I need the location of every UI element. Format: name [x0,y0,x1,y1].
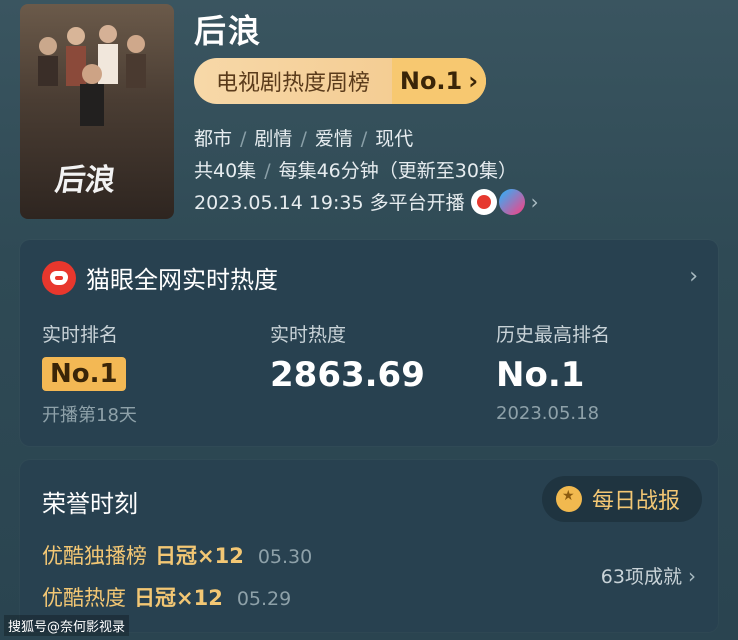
poster-cast-illustration [38,25,146,126]
source-watermark: 搜狐号@奈何影视录 [4,615,130,636]
genre-tags: 都市 / 剧情 / 爱情 / 现代 [194,128,414,150]
release-info[interactable]: 2023.05.14 19:35 多平台开播 › [194,188,539,215]
heat-card-title: 猫眼全网实时热度 [86,266,278,294]
episode-count: 共40集 [194,160,257,182]
chevron-right-icon: › [688,564,696,588]
genre-tag: 爱情 [314,128,353,150]
genre-tag: 都市 [194,128,233,150]
realtime-heat-value: 2863.69 [270,355,425,395]
realtime-rank-value: No.1 [42,357,126,391]
weekly-rank-pill[interactable]: 电视剧热度周榜 No.1 › [194,58,486,104]
realtime-rank-stat: 实时排名 No.1 开播第18天 [42,320,137,427]
days-since-premiere: 开播第18天 [42,405,137,426]
poster-title-text: 后浪 [53,163,118,198]
honor-date: 05.29 [236,588,292,610]
episode-info: 共40集 / 每集46分钟（更新至30集） [194,160,517,182]
honor-row: 优酷独播榜 日冠×12 05.30 [42,540,312,570]
daily-report-label: 每日战报 [591,489,680,514]
achievements-link[interactable]: 63项成就 › [601,562,696,589]
medal-icon [555,486,582,512]
honor-card-title: 荣誉时刻 [42,490,138,518]
history-best-stat: 历史最高排名 No.1 2023.05.18 [496,320,610,424]
realtime-rank-label: 实时排名 [42,324,119,346]
honor-value: 日冠×12 [134,586,223,610]
achievements-count: 63项成就 [600,566,682,588]
chevron-right-icon[interactable]: › [689,264,698,289]
history-best-date: 2023.05.18 [496,403,600,424]
honor-moments-card[interactable]: 荣誉时刻 每日战报 优酷独播榜日冠×1205.30 优酷热度日冠×1205.29… [20,460,718,632]
realtime-heat-stat: 实时热度 2863.69 [270,320,425,395]
show-title: 后浪 [194,12,263,50]
chevron-right-icon: › [530,189,539,214]
history-best-label: 历史最高排名 [496,324,611,346]
honor-name: 优酷独播榜 [42,544,147,568]
honor-row: 优酷热度 日冠×12 05.29 [42,582,291,612]
show-poster[interactable]: 后浪 [20,4,174,219]
episode-duration: 每集46分钟（更新至30集） [278,160,517,182]
rank-pill-value: No.1 [399,67,463,95]
rank-pill-badge: No.1 › [392,58,486,104]
maoyan-cat-logo-icon [42,260,76,295]
honor-name: 优酷热度 [42,586,126,610]
honor-value: 日冠×12 [155,544,244,568]
history-best-value: No.1 [496,355,585,395]
realtime-heat-card[interactable]: 猫眼全网实时热度 › 实时排名 No.1 开播第18天 实时热度 2863.69… [20,240,718,446]
chevron-right-icon: › [468,67,479,95]
heat-card-header: 猫眼全网实时热度 [42,260,278,295]
genre-tag: 现代 [375,128,414,150]
genre-tag: 剧情 [254,128,293,150]
realtime-heat-label: 实时热度 [270,324,347,346]
red-circle-platform-icon [470,188,497,215]
release-text: 2023.05.14 19:35 多平台开播 [194,192,465,214]
gradient-platform-icon [498,188,525,215]
rank-pill-label: 电视剧热度周榜 [216,71,371,96]
honor-date: 05.30 [257,546,313,568]
daily-report-button[interactable]: 每日战报 [541,476,702,522]
